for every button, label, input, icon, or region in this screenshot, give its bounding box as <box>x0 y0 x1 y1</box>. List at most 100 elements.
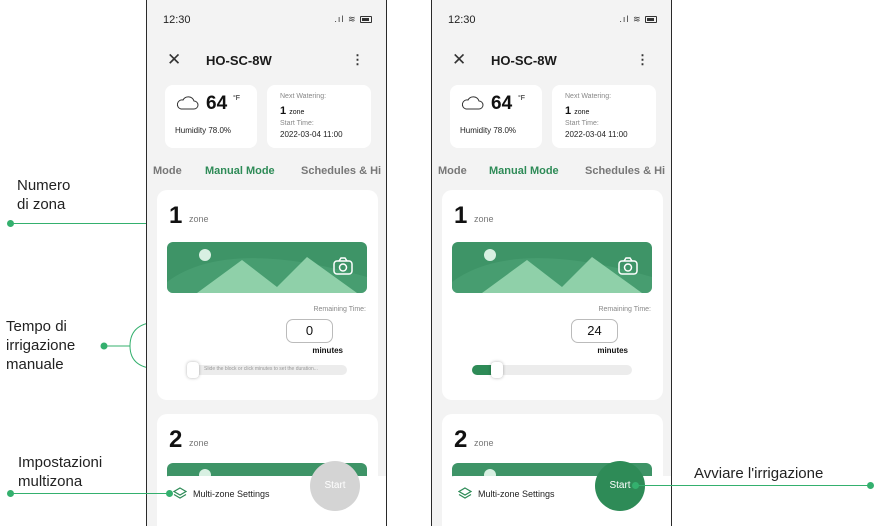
device-title: HO-SC-8W <box>491 53 557 68</box>
annotation-multizone: Impostazioni multizona <box>18 453 102 491</box>
zone-word: zone <box>474 214 494 224</box>
annotation-manual-time-line1: Tempo di <box>6 318 67 335</box>
remaining-time-value[interactable]: 24 <box>571 319 618 343</box>
annotation-dot <box>7 490 14 497</box>
zone-number: 2 <box>454 426 468 453</box>
app-header: ✕ HO-SC-8W ⋮ <box>432 50 671 72</box>
tab-mode[interactable]: Mode <box>438 165 467 177</box>
multi-zone-settings-button[interactable]: Multi-zone Settings <box>193 489 270 499</box>
zone-word: zone <box>189 438 209 448</box>
annotation-zone-number-line2: di zona <box>17 196 66 213</box>
zone-image-placeholder[interactable] <box>167 242 367 293</box>
tab-manual-mode[interactable]: Manual Mode <box>489 165 559 177</box>
cloud-icon <box>176 96 199 110</box>
slider-thumb[interactable] <box>187 362 199 378</box>
zone-card: 1 zone Remaining Time: 0 minutes Slide t… <box>157 190 378 400</box>
tab-schedules[interactable]: Schedules & Hi <box>585 165 665 177</box>
camera-icon <box>618 257 638 275</box>
next-watering-card: Next Watering: 1 zone Start Time: 2022-0… <box>552 85 656 148</box>
next-watering-label: Next Watering: <box>565 93 612 100</box>
next-watering-card: Next Watering: 1 zone Start Time: 2022-0… <box>267 85 371 148</box>
battery-icon <box>645 16 657 24</box>
status-bar: 12:30 .ıl ≋ <box>432 14 671 28</box>
temperature: 64 <box>491 93 513 114</box>
annotation-multizone-line2: multizona <box>18 473 83 490</box>
cloud-icon <box>461 96 484 110</box>
next-watering-count: 1 zone <box>280 105 304 117</box>
temperature-unit: °F <box>233 95 241 102</box>
start-time: 2022-03-04 11:00 <box>565 130 628 139</box>
annotation-zone-number: Numero di zona <box>17 176 70 214</box>
annotation-zone-number-line1: Numero <box>17 177 71 194</box>
humidity: Humidity 78.0% <box>460 126 517 135</box>
humidity: Humidity 78.0% <box>175 126 232 135</box>
status-bar: 12:30 .ıl ≋ <box>147 14 386 28</box>
next-watering-label: Next Watering: <box>280 93 327 100</box>
zone-word: zone <box>189 214 209 224</box>
temperature: 64 <box>206 93 228 114</box>
next-watering-count: 1 zone <box>565 105 589 117</box>
annotation-line <box>10 223 158 224</box>
phone-screen-after: 12:30 .ıl ≋ ✕ HO-SC-8W ⋮ 64 °F Humidity … <box>431 0 672 526</box>
next-watering-number: 1 <box>280 105 287 117</box>
battery-icon <box>360 16 372 24</box>
zone-image-placeholder[interactable] <box>452 242 652 293</box>
layers-icon <box>458 487 472 499</box>
weather-card: 64 °F Humidity 78.0% <box>165 85 257 148</box>
multi-zone-settings-button[interactable]: Multi-zone Settings <box>478 489 555 499</box>
wifi-icon: ≋ <box>632 14 642 24</box>
duration-slider[interactable]: Slide the block or click minutes to set … <box>187 362 347 378</box>
app-header: ✕ HO-SC-8W ⋮ <box>147 50 386 72</box>
status-time: 12:30 <box>163 14 191 26</box>
start-time-label: Start Time: <box>565 120 599 127</box>
annotation-manual-time: Tempo di irrigazione manuale <box>6 317 75 374</box>
mode-tabs: Mode Manual Mode Schedules & Hi <box>432 165 671 181</box>
start-time-label: Start Time: <box>280 120 314 127</box>
camera-icon <box>333 257 353 275</box>
temperature-unit: °F <box>518 95 526 102</box>
more-options-icon[interactable]: ⋮ <box>636 52 649 68</box>
close-icon[interactable]: ✕ <box>452 50 466 70</box>
annotation-multizone-line1: Impostazioni <box>18 454 103 471</box>
zone-number: 1 <box>169 202 183 229</box>
duration-slider[interactable] <box>472 362 632 378</box>
layers-icon <box>173 487 187 499</box>
annotation-line <box>10 493 170 494</box>
slider-thumb[interactable] <box>491 362 504 378</box>
signal-icon: .ıl <box>619 14 630 24</box>
annotation-start-irrigation: Avviare l'irrigazione <box>694 465 824 482</box>
zone-word: zone <box>474 438 494 448</box>
minutes-label[interactable]: minutes <box>597 346 628 355</box>
annotation-dot <box>632 482 639 489</box>
tab-manual-mode[interactable]: Manual Mode <box>205 165 275 177</box>
zone-card: 1 zone Remaining Time: 24 minutes <box>442 190 663 400</box>
remaining-time-value[interactable]: 0 <box>286 319 333 343</box>
phone-screen-before: 12:30 .ıl ≋ ✕ HO-SC-8W ⋮ 64 °F Humidity … <box>146 0 387 526</box>
start-time: 2022-03-04 11:00 <box>280 130 343 139</box>
annotation-line <box>636 485 871 486</box>
device-title: HO-SC-8W <box>206 53 272 68</box>
wifi-icon: ≋ <box>347 14 357 24</box>
signal-icon: .ıl <box>334 14 345 24</box>
status-icons: .ıl ≋ <box>334 14 372 25</box>
remaining-time-label: Remaining Time: <box>313 306 366 313</box>
annotation-manual-time-line2: irrigazione <box>6 337 76 354</box>
next-watering-unit: zone <box>289 109 305 116</box>
zone-number: 2 <box>169 426 183 453</box>
weather-card: 64 °F Humidity 78.0% <box>450 85 542 148</box>
start-button[interactable]: Start <box>310 461 360 511</box>
annotation-manual-time-line3: manuale <box>6 356 64 373</box>
next-watering-number: 1 <box>565 105 572 117</box>
next-watering-unit: zone <box>574 109 590 116</box>
slider-hint: Slide the block or click minutes to set … <box>204 366 318 372</box>
close-icon[interactable]: ✕ <box>167 50 181 70</box>
mode-tabs: Mode Manual Mode Schedules & Hi <box>147 165 386 181</box>
minutes-label[interactable]: minutes <box>312 346 343 355</box>
status-icons: .ıl ≋ <box>619 14 657 25</box>
tab-mode[interactable]: Mode <box>153 165 182 177</box>
zone-number: 1 <box>454 202 468 229</box>
more-options-icon[interactable]: ⋮ <box>351 52 364 68</box>
annotation-dot <box>166 490 173 497</box>
tab-schedules[interactable]: Schedules & Hi <box>301 165 381 177</box>
remaining-time-label: Remaining Time: <box>598 306 651 313</box>
